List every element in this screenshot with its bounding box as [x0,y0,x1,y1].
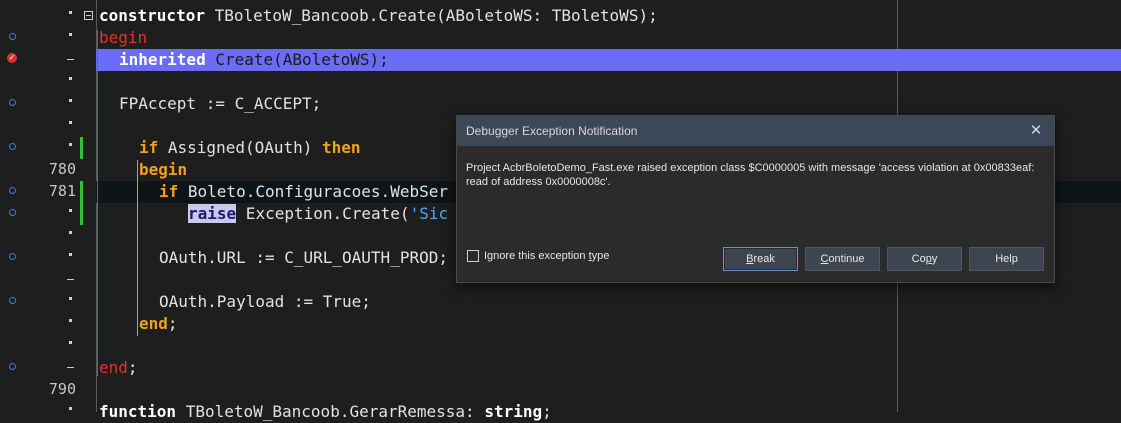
gutter-dash [67,279,74,280]
keyword: raise [188,204,237,223]
gutter-dash [67,59,74,60]
code-text: OAuth.URL := C_URL_OAUTH_PROD; [159,248,448,267]
code-line[interactable]: ✓ inherited Create(ABoletoWS); [0,49,1121,71]
button-label: ontinue [828,253,865,265]
dialog-title: Debugger Exception Notification [466,124,638,138]
gutter-dot [69,297,72,300]
gutter-dot [69,253,72,256]
gutter-dot [69,231,72,234]
code-line[interactable]: FPAccept := C_ACCEPT; [0,93,1121,115]
breakpoint-available-icon[interactable] [9,253,16,260]
code-text: FPAccept := C_ACCEPT; [119,94,322,113]
code-text: Exception.Create( [236,204,410,223]
keyword: begin [99,28,148,47]
breakpoint-available-icon[interactable] [9,99,16,106]
code-line[interactable] [0,71,1121,93]
code-text: Boleto.Configuracoes.WebSer [178,182,448,201]
code-text: Assigned(OAuth) [158,138,323,157]
line-number: 790 [48,380,76,398]
modified-line-marker [80,203,83,225]
keyword: inherited [119,50,206,69]
gutter-dot [69,143,72,146]
button-label: Co [911,253,926,265]
code-text: ; [167,314,178,333]
gutter-dot [69,121,72,124]
gutter-dot [69,209,72,212]
keyword: end [99,358,128,377]
break-button[interactable]: Break [723,247,798,271]
code-line[interactable] [0,335,1121,357]
line-number: 781 [48,182,76,200]
label-text: ype [591,250,610,262]
breakpoint-stop-icon[interactable]: ✓ [7,53,17,63]
dialog-title-bar[interactable]: Debugger Exception Notification ✕ [457,116,1054,146]
code-text: OAuth.Payload := True; [159,292,371,311]
gutter-dot [69,33,72,36]
keyword: end [139,314,168,333]
breakpoint-available-icon[interactable] [9,33,16,40]
fold-collapse-icon[interactable] [84,11,93,20]
button-label: y [931,253,938,265]
code-line[interactable]: end; [0,313,1121,335]
breakpoint-available-icon[interactable] [9,363,16,370]
keyword: begin [139,160,188,179]
label-text: Ignore this exception [484,250,589,262]
breakpoint-available-icon[interactable] [9,143,16,150]
breakpoint-available-icon[interactable] [9,187,16,194]
modified-line-marker [80,181,83,203]
gutter-dot [69,319,72,322]
code-text: Create(ABoletoWS); [205,50,389,69]
button-label: Help [995,253,1018,265]
keyword: if [159,182,179,201]
keyword: constructor [99,6,205,25]
modified-line-marker [80,137,83,159]
keyword: if [139,138,159,157]
breakpoint-available-icon[interactable] [9,209,16,216]
code-line[interactable]: OAuth.Payload := True; [0,291,1121,313]
code-line[interactable]: begin [0,27,1121,49]
gutter-dot [69,99,72,102]
code-line[interactable]: function TBoletoW_Bancoob.GerarRemessa: … [0,401,1121,423]
exception-message: Project AcbrBoletoDemo_Fast.exe raised e… [466,162,1035,188]
close-icon[interactable]: ✕ [1026,121,1046,141]
gutter-dash [67,367,74,368]
line-number: 780 [48,160,76,178]
continue-button[interactable]: Continue [805,247,880,271]
code-line[interactable]: 790 [0,379,1121,401]
copy-button[interactable]: Copy [887,247,962,271]
gutter-dot [69,341,72,344]
string-literal: 'Sic [409,204,449,223]
ignore-exception-checkbox[interactable] [467,250,479,262]
gutter-dot [69,77,72,80]
keyword: then [322,138,361,157]
code-text: TBoletoW_Bancoob.Create(ABoletoWS: TBole… [204,6,658,25]
gutter-dot [69,407,72,410]
code-line[interactable]: end; [0,357,1121,379]
code-line[interactable]: constructor TBoletoW_Bancoob.Create(ABol… [0,5,1121,27]
breakpoint-available-icon[interactable] [9,297,16,304]
debugger-exception-dialog: Debugger Exception Notification ✕ Projec… [456,115,1055,283]
button-label: reak [753,253,775,265]
help-button[interactable]: Help [969,247,1044,271]
ignore-exception-label[interactable]: Ignore this exception type [484,250,609,262]
gutter-dot [69,11,72,14]
code-text: ; [127,358,138,377]
